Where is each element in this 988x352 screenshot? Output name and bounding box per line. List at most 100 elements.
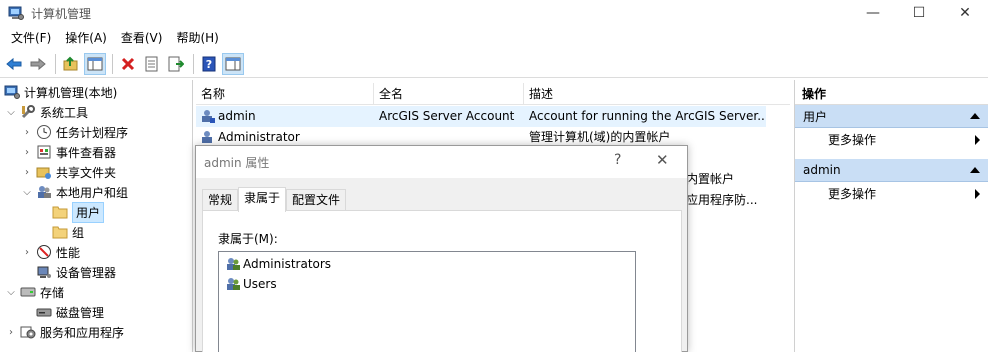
tree-label: 事件查看器 xyxy=(56,145,117,160)
computer-management-icon xyxy=(8,5,24,21)
cell-description: 内置帐户 xyxy=(686,172,735,186)
tree-item-device-manager[interactable]: 设备管理器 xyxy=(32,262,116,282)
user-icon xyxy=(200,106,218,127)
properties-icon[interactable] xyxy=(141,53,163,75)
column-header-fullname[interactable]: 全名 xyxy=(374,83,524,105)
back-icon[interactable] xyxy=(3,53,25,75)
toolbar-separator xyxy=(55,53,56,74)
folder-icon xyxy=(52,204,68,220)
column-header-description[interactable]: 描述 xyxy=(524,83,790,105)
tree-label: 共享文件夹 xyxy=(56,165,117,180)
section-label: admin xyxy=(803,163,841,177)
chevron-right-icon[interactable]: › xyxy=(6,327,16,338)
actions-pane: 操作 用户 更多操作 admin 更多操作 xyxy=(794,80,988,352)
services-icon xyxy=(20,324,36,340)
cell-description: 应用程序防... xyxy=(686,193,758,207)
tab-general[interactable]: 常规 xyxy=(202,189,239,211)
dialog-tabs: 常规 隶属于 配置文件 xyxy=(202,187,347,212)
more-actions-admin[interactable]: 更多操作 xyxy=(795,182,988,205)
window-title: 计算机管理 xyxy=(31,6,92,21)
dialog-help-button[interactable]: ? xyxy=(614,152,621,168)
navigation-tree: 计算机管理(本地) ⌵ 系统工具 › 任务计划程序 › 事件查看器 › 共享文件… xyxy=(0,80,193,352)
tree-label: 系统工具 xyxy=(40,105,89,120)
collapse-icon[interactable] xyxy=(970,113,980,119)
cell-name: admin xyxy=(218,109,256,123)
tree-item-storage[interactable]: ⌵ 存储 xyxy=(6,282,64,302)
svg-text:?: ? xyxy=(206,58,212,71)
tree-item-system-tools[interactable]: ⌵ 系统工具 xyxy=(6,102,88,122)
tree-item-performance[interactable]: › 性能 xyxy=(22,242,80,262)
table-row[interactable]: admin ArcGIS Server Account Account for … xyxy=(196,106,766,127)
list-item[interactable]: Administrators xyxy=(225,254,331,274)
properties-dialog: admin 属性 ? ✕ 常规 隶属于 配置文件 隶属于(M): Adminis… xyxy=(195,145,688,352)
menu-help[interactable]: 帮助(H) xyxy=(169,27,225,49)
forward-icon[interactable] xyxy=(27,53,49,75)
actions-section-admin[interactable]: admin xyxy=(795,159,988,182)
export-icon[interactable] xyxy=(165,53,187,75)
computer-management-icon xyxy=(4,84,20,100)
chevron-right-icon[interactable]: › xyxy=(22,127,32,138)
member-of-list[interactable]: Administrators Users xyxy=(218,251,636,352)
tree-item-event-viewer[interactable]: › 事件查看器 xyxy=(22,142,116,162)
users-group-icon xyxy=(36,184,52,200)
shared-folder-icon xyxy=(36,164,52,180)
column-header-name[interactable]: 名称 xyxy=(196,83,374,105)
menu-action[interactable]: 操作(A) xyxy=(58,27,114,49)
collapse-icon[interactable] xyxy=(970,167,980,173)
dialog-close-button[interactable]: ✕ xyxy=(656,151,669,169)
actions-title: 操作 xyxy=(795,83,988,105)
event-viewer-icon xyxy=(36,144,52,160)
tree-item-groups[interactable]: 组 xyxy=(48,222,84,242)
performance-icon xyxy=(36,244,52,260)
tree-item-services-apps[interactable]: › 服务和应用程序 xyxy=(6,322,124,342)
toolbar-separator xyxy=(193,53,194,74)
menu-view[interactable]: 查看(V) xyxy=(114,27,170,49)
tree-label: 磁盘管理 xyxy=(56,305,105,320)
tab-member-of[interactable]: 隶属于 xyxy=(238,187,287,212)
device-manager-icon xyxy=(36,264,52,280)
menu-file[interactable]: 文件(F) xyxy=(0,27,58,49)
tree-label: 设备管理器 xyxy=(56,265,117,280)
tree-item-root[interactable]: 计算机管理(本地) xyxy=(2,82,117,102)
list-item[interactable]: Users xyxy=(225,274,277,294)
tree-label: 计算机管理(本地) xyxy=(24,85,118,100)
show-tree-icon[interactable] xyxy=(84,52,106,75)
section-label: 用户 xyxy=(803,109,828,124)
tree-item-disk-management[interactable]: 磁盘管理 xyxy=(32,302,104,322)
maximize-button[interactable]: ☐ xyxy=(896,0,942,26)
more-actions-users[interactable]: 更多操作 xyxy=(795,128,988,151)
tree-item-shared-folders[interactable]: › 共享文件夹 xyxy=(22,162,116,182)
cell-fullname: ArcGIS Server Account xyxy=(379,109,515,123)
group-icon xyxy=(225,256,241,272)
close-button[interactable]: ✕ xyxy=(942,0,988,26)
tab-profile[interactable]: 配置文件 xyxy=(286,189,347,211)
cell-description: Account for running the ArcGIS Server... xyxy=(529,109,764,123)
tree-label: 任务计划程序 xyxy=(56,125,129,140)
chevron-right-icon[interactable]: › xyxy=(22,147,32,158)
tree-label: 用户 xyxy=(72,201,105,223)
help-icon[interactable]: ? xyxy=(198,53,220,75)
chevron-down-icon[interactable]: ⌵ xyxy=(6,107,16,118)
tree-label: 性能 xyxy=(56,245,81,260)
toolbar: ? xyxy=(0,50,988,78)
chevron-right-icon[interactable]: › xyxy=(22,247,32,258)
folder-icon xyxy=(52,224,68,240)
dialog-title-bar: admin 属性 ? ✕ xyxy=(196,146,687,178)
title-bar: 计算机管理 — ☐ ✕ xyxy=(0,0,988,26)
tree-item-task-scheduler[interactable]: › 任务计划程序 xyxy=(22,122,128,142)
chevron-down-icon[interactable]: ⌵ xyxy=(22,187,32,198)
storage-icon xyxy=(20,284,36,300)
actions-section-users[interactable]: 用户 xyxy=(795,105,988,128)
group-icon xyxy=(225,276,241,292)
chevron-down-icon[interactable]: ⌵ xyxy=(6,287,16,298)
action-pane-icon[interactable] xyxy=(222,52,244,75)
tree-item-users[interactable]: 用户 xyxy=(48,201,105,223)
action-label: 更多操作 xyxy=(828,187,877,201)
minimize-button[interactable]: — xyxy=(850,0,896,26)
delete-icon[interactable] xyxy=(117,53,139,75)
up-folder-icon[interactable] xyxy=(60,53,82,75)
tree-item-local-users[interactable]: ⌵ 本地用户和组 xyxy=(22,182,128,202)
action-label: 更多操作 xyxy=(828,133,877,147)
submenu-arrow-icon xyxy=(975,134,980,145)
chevron-right-icon[interactable]: › xyxy=(22,167,32,178)
